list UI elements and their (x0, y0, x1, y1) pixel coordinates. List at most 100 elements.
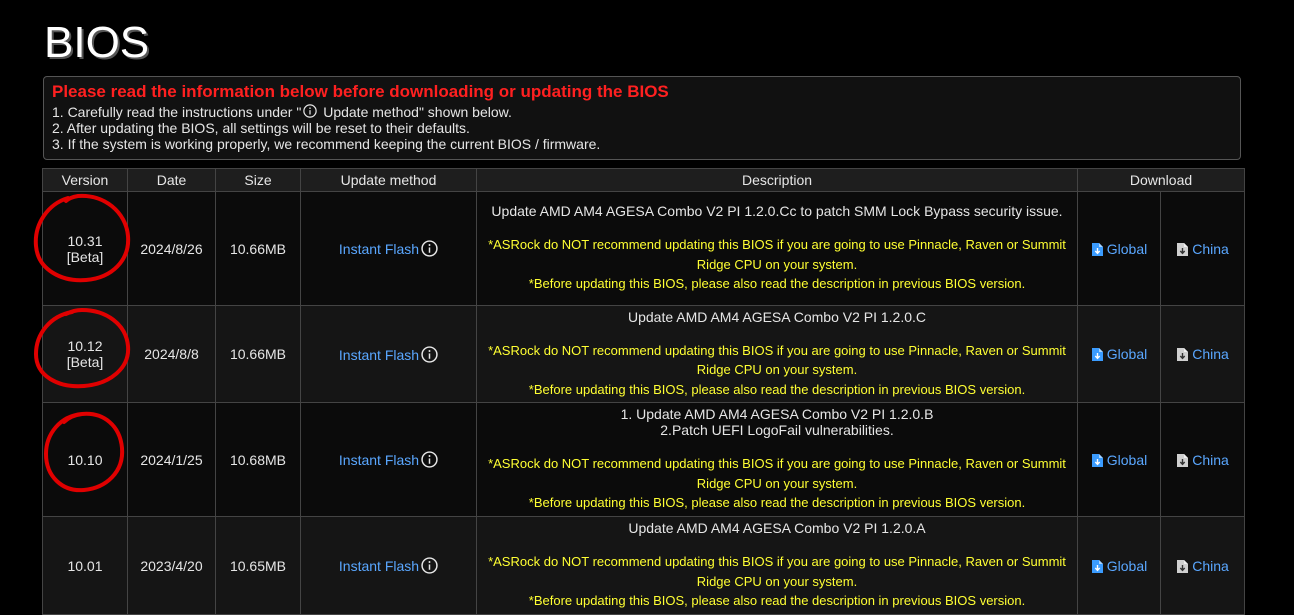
download-china-label: China (1192, 557, 1229, 574)
warning-previous: *Before updating this BIOS, please also … (528, 276, 1026, 292)
description-text: Update AMD AM4 AGESA Combo V2 PI 1.2.0.A (628, 520, 926, 537)
download-china-link[interactable]: China (1176, 452, 1229, 468)
download-global-link[interactable]: Global (1091, 241, 1147, 257)
notice-heading: Please read the information below before… (52, 82, 669, 101)
version-cell: 10.10 (42, 402, 128, 517)
bios-table: Version Date Size Update method Descript… (42, 168, 1246, 615)
download-global-label: Global (1106, 451, 1148, 468)
size-cell: 10.68MB (215, 402, 301, 517)
download-china-label: China (1192, 346, 1229, 362)
download-file-icon (1091, 453, 1103, 467)
download-global-link[interactable]: Global (1091, 452, 1147, 468)
download-china-label: China (1192, 451, 1229, 468)
version-number: 10.31 (67, 232, 103, 249)
download-china-label: China (1192, 240, 1229, 257)
header-version: Version (42, 168, 128, 192)
update-method-cell: Instant Flash (300, 305, 477, 403)
header-date: Date (127, 168, 216, 192)
date-cell: 2023/4/20 (127, 516, 216, 615)
download-file-icon (1177, 559, 1189, 573)
download-global-cell: Global (1077, 516, 1161, 615)
instant-flash-link[interactable]: Instant Flash (339, 558, 419, 574)
update-method-cell: Instant Flash (300, 516, 477, 615)
info-circle-icon[interactable] (421, 240, 438, 257)
download-file-icon (1177, 453, 1189, 467)
download-china-link[interactable]: China (1176, 241, 1229, 257)
notice-line-1-post: Update method" shown below. (319, 104, 512, 120)
update-method-cell: Instant Flash (300, 191, 477, 306)
warning-cpu: *ASRock do NOT recommend updating this B… (488, 456, 1066, 491)
date-cell: 2024/8/26 (127, 191, 216, 306)
warning-previous: *Before updating this BIOS, please also … (528, 381, 1026, 397)
description-line-1: 1. Update AMD AM4 AGESA Combo V2 PI 1.2.… (620, 406, 934, 423)
date-cell: 2024/1/25 (127, 402, 216, 517)
update-method-cell: Instant Flash (300, 402, 477, 517)
download-china-cell: China (1159, 191, 1246, 306)
download-global-cell: Global (1077, 402, 1161, 517)
header-download: Download (1076, 168, 1246, 192)
download-file-icon (1091, 348, 1103, 361)
download-file-icon (1091, 559, 1103, 573)
version-tag: [Beta] (66, 248, 104, 265)
description-line-2: 2.Patch UEFI LogoFail vulnerabilities. (660, 422, 894, 439)
notice-line-3: 3. If the system is working properly, we… (52, 136, 601, 152)
notice-line-1-pre: 1. Carefully read the instructions under… (52, 104, 302, 120)
notice-list: 1. Carefully read the instructions under… (52, 104, 1232, 152)
instant-flash-link[interactable]: Instant Flash (339, 241, 419, 257)
table-row: 10.31 [Beta] 2024/8/26 10.66MB Instant Fl… (42, 191, 1246, 306)
date-cell: 2024/8/8 (127, 305, 216, 403)
size-cell: 10.66MB (215, 305, 301, 403)
version-number: 10.12 (67, 338, 103, 354)
size-cell: 10.65MB (215, 516, 301, 615)
info-circle-icon (303, 104, 318, 118)
download-global-label: Global (1106, 240, 1148, 257)
download-global-label: Global (1106, 557, 1148, 574)
table-row: 10.10 2024/1/25 10.68MB Instant Flash 1.… (42, 402, 1246, 517)
download-china-cell: China (1159, 516, 1246, 615)
description-cell: Update AMD AM4 AGESA Combo V2 PI 1.2.0.A… (476, 516, 1078, 615)
version-number: 10.10 (67, 451, 103, 468)
size-cell: 10.66MB (215, 191, 301, 306)
download-global-link[interactable]: Global (1091, 558, 1147, 574)
download-file-icon (1177, 348, 1189, 361)
description-text: Update AMD AM4 AGESA Combo V2 PI 1.2.0.C… (491, 203, 1063, 220)
instant-flash-link[interactable]: Instant Flash (339, 347, 419, 363)
table-row: 10.12 [Beta] 2024/8/8 10.66MB Instant Fla… (42, 305, 1246, 403)
download-global-label: Global (1106, 346, 1148, 362)
warning-previous: *Before updating this BIOS, please also … (528, 593, 1026, 609)
version-cell: 10.31 [Beta] (42, 191, 128, 306)
instant-flash-link[interactable]: Instant Flash (339, 452, 419, 468)
version-tag: [Beta] (66, 354, 104, 370)
download-china-link[interactable]: China (1176, 558, 1229, 574)
header-description: Description (476, 168, 1078, 192)
table-header-row: Version Date Size Update method Descript… (42, 168, 1246, 192)
info-circle-icon[interactable] (421, 451, 438, 468)
download-file-icon (1177, 242, 1189, 256)
description-cell: Update AMD AM4 AGESA Combo V2 PI 1.2.0.C… (476, 305, 1078, 403)
header-size: Size (215, 168, 301, 192)
download-china-link[interactable]: China (1176, 346, 1229, 362)
header-update-method: Update method (300, 168, 477, 192)
info-circle-icon[interactable] (421, 345, 438, 363)
download-file-icon (1091, 242, 1103, 256)
version-number: 10.01 (67, 557, 103, 574)
page-title: BIOS (44, 18, 150, 67)
table-row: 10.01 2023/4/20 10.65MB Instant Flash Up… (42, 516, 1246, 615)
description-cell: 1. Update AMD AM4 AGESA Combo V2 PI 1.2.… (476, 402, 1078, 517)
warning-cpu: *ASRock do NOT recommend updating this B… (488, 554, 1066, 589)
download-china-cell: China (1159, 402, 1246, 517)
description-text: Update AMD AM4 AGESA Combo V2 PI 1.2.0.C (627, 308, 927, 325)
warning-cpu: *ASRock do NOT recommend updating this B… (488, 237, 1066, 272)
description-cell: Update AMD AM4 AGESA Combo V2 PI 1.2.0.C… (476, 191, 1078, 306)
version-cell: 10.12 [Beta] (42, 305, 128, 403)
notice-line-2: 2. After updating the BIOS, all settings… (52, 120, 470, 136)
download-global-cell: Global (1077, 305, 1161, 403)
info-circle-icon[interactable] (421, 557, 438, 574)
download-global-cell: Global (1077, 191, 1161, 306)
warning-cpu: *ASRock do NOT recommend updating this B… (488, 342, 1066, 378)
download-china-cell: China (1159, 305, 1246, 403)
notice-line-1: 1. Carefully read the instructions under… (52, 104, 1232, 120)
download-global-link[interactable]: Global (1091, 346, 1147, 362)
warning-previous: *Before updating this BIOS, please also … (528, 495, 1026, 511)
version-cell: 10.01 (42, 516, 128, 615)
